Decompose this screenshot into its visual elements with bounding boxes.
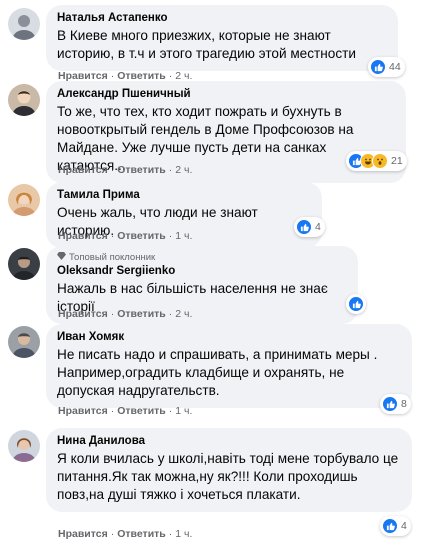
reaction-summary[interactable]: 8	[380, 394, 411, 414]
reaction-summary[interactable]	[346, 294, 366, 314]
timestamp[interactable]: 1 ч.	[175, 528, 192, 540]
reply-link[interactable]: Ответить	[117, 230, 166, 242]
comment-bubble: Наталья Астапенко В Киеве много приезжих…	[46, 5, 398, 71]
comment-author[interactable]: Нина Данилова	[57, 434, 401, 449]
comment-bubble: Нина Данилова Я коли вчилась у школі,нав…	[46, 428, 412, 512]
comment-bubble: Иван Хомяк Не писать надо и спрашивать, …	[46, 324, 412, 408]
reaction-summary[interactable]: 4	[380, 516, 411, 536]
timestamp[interactable]: 1 ч.	[175, 230, 192, 242]
timestamp[interactable]: 2 ч.	[175, 164, 192, 176]
timestamp[interactable]: 2 ч.	[175, 308, 192, 320]
comment-actions: Нравится · Ответить · 1 ч.	[58, 528, 193, 540]
reaction-count: 4	[401, 520, 407, 532]
comment-text: Не писать надо и спрашивать, а принимать…	[57, 347, 378, 398]
like-icon	[296, 219, 312, 235]
like-link[interactable]: Нравится	[58, 308, 108, 320]
reaction-count: 4	[315, 221, 321, 233]
like-link[interactable]: Нравится	[58, 528, 108, 540]
avatar[interactable]	[8, 430, 40, 462]
like-icon	[370, 59, 386, 75]
comment-actions: Нравится · Ответить · 2 ч.	[58, 164, 193, 176]
comment-actions: Нравится · Ответить · 1 ч.	[58, 405, 193, 417]
like-link[interactable]: Нравится	[58, 230, 108, 242]
comment-author[interactable]: Наталья Астапенко	[57, 11, 387, 26]
top-fan-badge[interactable]: Топовый поклонник	[57, 252, 347, 264]
reaction-summary[interactable]: 4	[294, 217, 325, 237]
reply-link[interactable]: Ответить	[117, 405, 166, 417]
comment-author[interactable]: Тамила Прима	[57, 188, 311, 203]
like-link[interactable]: Нравится	[58, 405, 108, 417]
comment-text: В Киеве много приезжих, которые не знают…	[57, 28, 356, 61]
diamond-icon	[57, 252, 66, 264]
avatar[interactable]	[8, 326, 40, 358]
comment-actions: Нравится · Ответить · 1 ч.	[58, 230, 193, 242]
reaction-count: 21	[391, 155, 403, 167]
comment-text: Я коли вчилась у школі,навіть тоді мене …	[57, 451, 399, 502]
comment-author[interactable]: Александр Пшеничный	[57, 87, 395, 102]
reply-link[interactable]: Ответить	[117, 164, 166, 176]
reaction-count: 8	[401, 398, 407, 410]
comment-actions: Нравится · Ответить · 2 ч.	[58, 308, 193, 320]
avatar[interactable]	[8, 84, 40, 116]
reaction-count: 44	[389, 61, 401, 73]
like-link[interactable]: Нравится	[58, 164, 108, 176]
reply-link[interactable]: Ответить	[117, 308, 166, 320]
avatar[interactable]	[8, 184, 40, 216]
like-icon	[382, 396, 398, 412]
comment-author[interactable]: Oleksandr Sergiienko	[57, 264, 347, 279]
reaction-summary[interactable]: 44	[368, 57, 405, 77]
timestamp[interactable]: 1 ч.	[175, 405, 192, 417]
like-icon	[348, 296, 364, 312]
comment-author[interactable]: Иван Хомяк	[57, 330, 401, 345]
avatar[interactable]	[8, 8, 40, 40]
avatar[interactable]	[8, 248, 40, 280]
like-icon	[382, 518, 398, 534]
reaction-summary[interactable]: 21	[346, 151, 407, 171]
wow-icon	[372, 153, 388, 169]
reply-link[interactable]: Ответить	[117, 528, 166, 540]
